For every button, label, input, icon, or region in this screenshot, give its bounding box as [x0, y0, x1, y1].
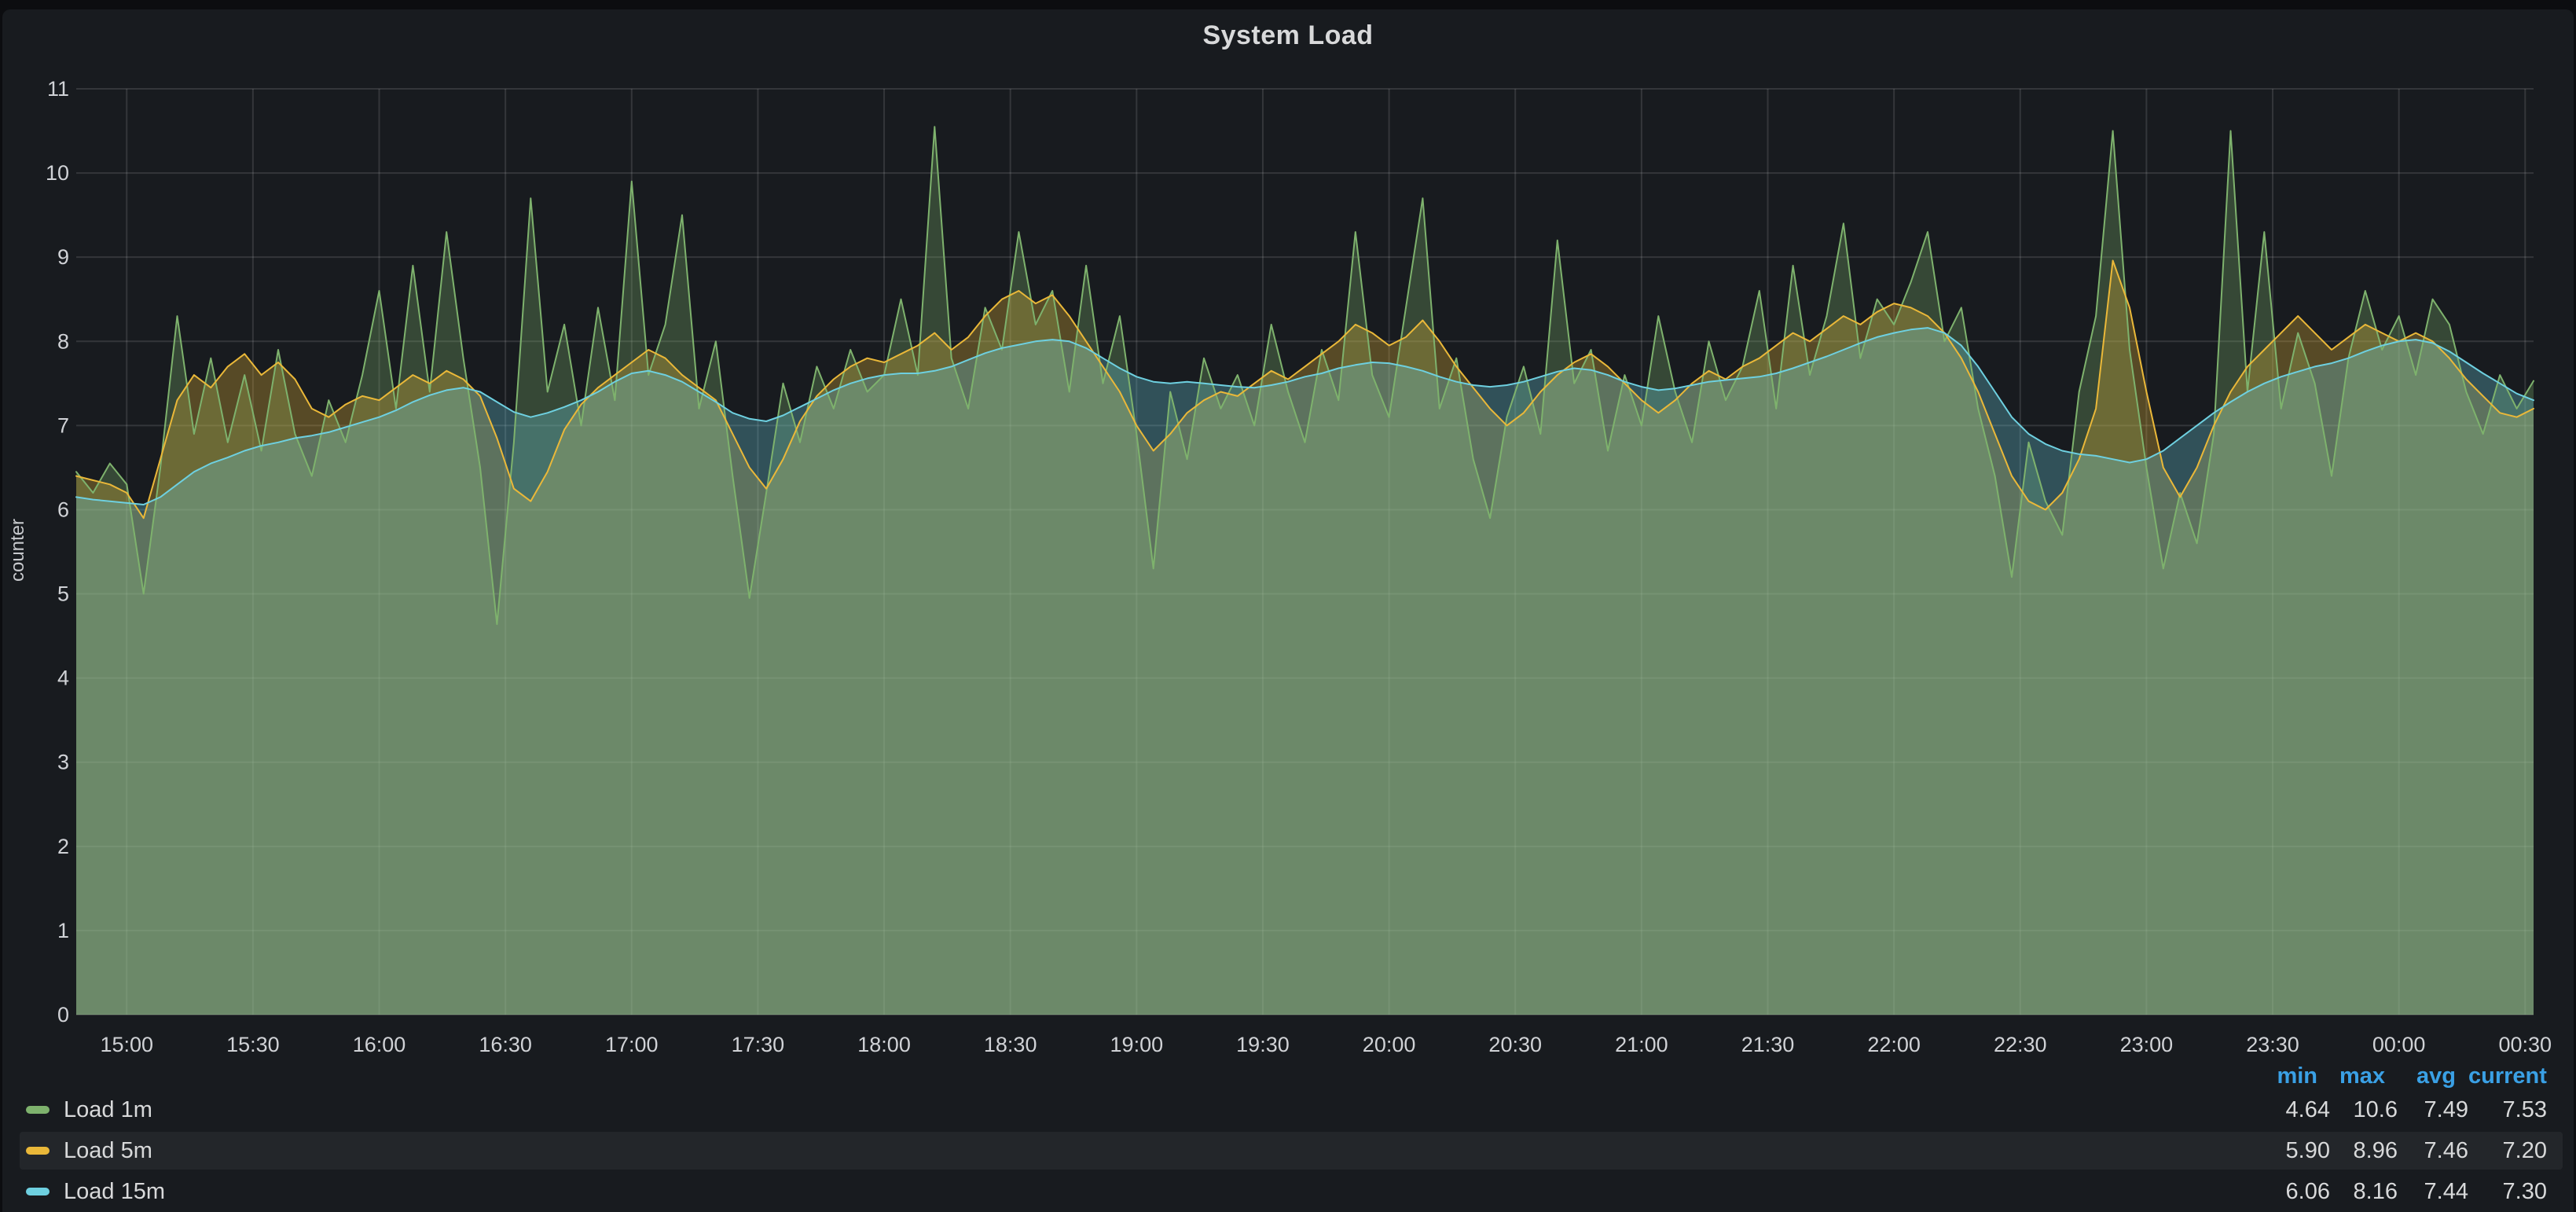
panel-title[interactable]: System Load	[0, 20, 2576, 51]
x-tick-label: 22:30	[1994, 1033, 2047, 1056]
y-tick-label: 6	[57, 498, 69, 521]
legend-stat-avg-load-1m: 7.49	[2398, 1097, 2468, 1123]
x-tick-label: 16:00	[353, 1033, 406, 1056]
legend-row-load-15m[interactable]: Load 15m 6.068.167.447.30	[2, 1171, 2574, 1212]
x-tick-label: 19:00	[1110, 1033, 1164, 1056]
legend-column-header-min[interactable]: min	[2244, 1063, 2330, 1089]
grafana-page: { "panel": { "title": "System Load" }, "…	[0, 0, 2576, 1212]
legend-stat-max-load-1m: 10.6	[2330, 1097, 2398, 1123]
y-tick-label: 7	[57, 413, 69, 437]
x-tick-label: 15:30	[226, 1033, 280, 1056]
system-load-chart[interactable]: 0 1 2 3 4 5 6 7 8 9 10 11 15:00 15:30 16:00 16:30 17:00 1…	[0, 0, 2576, 1212]
y-tick-label: 2	[57, 835, 69, 858]
series-area-load-15m	[76, 328, 2534, 1015]
y-tick-label: 10	[46, 161, 69, 185]
legend-stat-current-load-15m: 7.30	[2468, 1179, 2547, 1205]
legend-column-header-avg[interactable]: avg	[2398, 1063, 2468, 1089]
legend-series-name[interactable]: Load 15m	[64, 1179, 165, 1205]
y-tick-label: 11	[47, 77, 69, 101]
y-tick-label: 0	[57, 1003, 69, 1027]
x-tick-label: 21:00	[1615, 1033, 1668, 1056]
legend-stat-min-load-15m: 6.06	[2244, 1179, 2330, 1205]
legend-label-load-5m[interactable]: Load 5m	[2, 1138, 2244, 1164]
series-layer	[76, 127, 2534, 1015]
legend-series-name[interactable]: Load 1m	[64, 1097, 152, 1123]
x-tick-label: 17:00	[605, 1033, 659, 1056]
legend-column-header-max[interactable]: max	[2330, 1063, 2398, 1089]
legend-body: Load 1m4.6410.67.497.53Load 5m5.908.967.…	[2, 1089, 2574, 1212]
y-tick-label: 9	[57, 245, 69, 269]
x-tick-label: 20:00	[1363, 1033, 1416, 1056]
legend-stat-avg-load-5m: 7.46	[2398, 1138, 2468, 1164]
x-tick-label: 23:30	[2246, 1033, 2299, 1056]
legend-row-load-5m[interactable]: Load 5m 5.908.967.467.20	[2, 1130, 2574, 1171]
x-tick-label: 00:00	[2372, 1033, 2426, 1056]
legend-header: minmaxavgcurrent	[2, 1063, 2574, 1089]
x-tick-label: 22:00	[1867, 1033, 1921, 1056]
legend-stat-min-load-5m: 5.90	[2244, 1138, 2330, 1164]
y-tick-label: 3	[57, 751, 69, 774]
legend-series-name[interactable]: Load 5m	[64, 1138, 152, 1164]
legend: minmaxavgcurrent Load 1m 4.6410.67.497.53…	[2, 1058, 2574, 1212]
legend-swatch-load-1m[interactable]	[26, 1106, 50, 1114]
x-tick-label: 18:30	[984, 1033, 1037, 1056]
legend-row-load-1m[interactable]: Load 1m 4.6410.67.497.53	[2, 1089, 2574, 1130]
legend-column-header-current[interactable]: current	[2468, 1063, 2547, 1089]
legend-stat-current-load-5m: 7.20	[2468, 1138, 2547, 1164]
x-tick-label: 00:30	[2499, 1033, 2552, 1056]
legend-stat-max-load-15m: 8.16	[2330, 1179, 2398, 1205]
x-tick-label: 16:30	[479, 1033, 532, 1056]
legend-stat-current-load-1m: 7.53	[2468, 1097, 2547, 1123]
x-tick-label: 23:00	[2120, 1033, 2174, 1056]
x-tick-label: 21:30	[1741, 1033, 1795, 1056]
legend-swatch-load-5m[interactable]	[26, 1147, 50, 1155]
x-tick-label: 18:00	[857, 1033, 911, 1056]
x-tick-label: 20:30	[1488, 1033, 1542, 1056]
legend-stat-avg-load-15m: 7.44	[2398, 1179, 2468, 1205]
legend-swatch-load-15m[interactable]	[26, 1188, 50, 1195]
x-tick-label: 15:00	[100, 1033, 153, 1056]
legend-label-load-15m[interactable]: Load 15m	[2, 1179, 2244, 1205]
y-axis-title: counter	[7, 519, 28, 582]
x-tick-label: 19:30	[1236, 1033, 1290, 1056]
y-tick-label: 1	[57, 919, 69, 942]
y-tick-label: 5	[57, 582, 69, 606]
legend-stat-max-load-5m: 8.96	[2330, 1138, 2398, 1164]
y-tick-label: 4	[57, 667, 69, 690]
axis-layer: counter	[7, 519, 28, 582]
legend-stat-min-load-1m: 4.64	[2244, 1097, 2330, 1123]
y-tick-label: 8	[57, 329, 69, 353]
x-tick-label: 17:30	[732, 1033, 785, 1056]
legend-label-load-1m[interactable]: Load 1m	[2, 1097, 2244, 1123]
